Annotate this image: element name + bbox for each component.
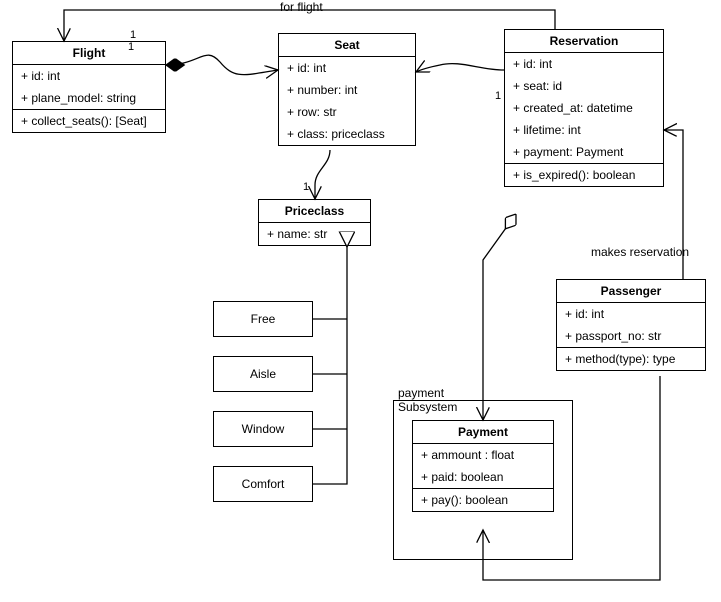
seat-title: Seat [279,34,415,57]
seat-attrs: + id: int + number: int + row: str + cla… [279,57,415,145]
payment-attrs: + ammount : float + paid: boolean [413,444,553,489]
label-for-flight: for flight [280,0,323,14]
attr: + created_at: datetime [505,97,663,119]
priceclass-attrs: + name: str [259,223,370,245]
flight-title: Flight [13,42,165,65]
priceclass-title: Priceclass [259,200,370,223]
flight-attrs: + id: int + plane_model: string [13,65,165,110]
subclass-window: Window [213,411,313,447]
subclass-comfort: Comfort [213,466,313,502]
passenger-attrs: + id: int + passport_no: str [557,303,705,348]
mult-1e: 1 [130,29,136,41]
attr: + id: int [279,57,415,79]
op: + pay(): boolean [413,489,553,511]
class-flight: Flight + id: int + plane_model: string +… [12,41,166,133]
attr: + passport_no: str [557,325,705,347]
op: + collect_seats(): [Seat] [13,110,165,132]
attr: + paid: boolean [413,466,553,488]
payment-ops: + pay(): boolean [413,489,553,511]
class-seat: Seat + id: int + number: int + row: str … [278,33,416,146]
subsystem-label-1: payment [398,386,444,400]
op: + is_expired(): boolean [505,164,663,186]
label-makes-reservation: makes reservation [591,245,689,259]
attr: + name: str [259,223,370,245]
subclass-aisle: Aisle [213,356,313,392]
attr: + id: int [505,53,663,75]
passenger-title: Passenger [557,280,705,303]
attr: + ammount : float [413,444,553,466]
class-passenger: Passenger + id: int + passport_no: str +… [556,279,706,371]
attr: + id: int [13,65,165,87]
attr: + row: str [279,101,415,123]
class-payment: Payment + ammount : float + paid: boolea… [412,420,554,512]
reservation-title: Reservation [505,30,663,53]
mult-1d: 1 [505,215,511,227]
payment-title: Payment [413,421,553,444]
mult-1b: 1 [495,90,501,102]
attr: + seat: id [505,75,663,97]
attr: + id: int [557,303,705,325]
flight-ops: + collect_seats(): [Seat] [13,110,165,132]
class-reservation: Reservation + id: int + seat: id + creat… [504,29,664,187]
op: + method(type): type [557,348,705,370]
mult-1a: 1 [128,41,134,53]
reservation-attrs: + id: int + seat: id + created_at: datet… [505,53,663,164]
attr: + lifetime: int [505,119,663,141]
mult-1c: 1 [303,181,309,193]
attr: + number: int [279,79,415,101]
attr: + plane_model: string [13,87,165,109]
passenger-ops: + method(type): type [557,348,705,370]
subsystem-label-2: Subsystem [398,400,457,414]
class-priceclass: Priceclass + name: str [258,199,371,246]
attr: + class: priceclass [279,123,415,145]
reservation-ops: + is_expired(): boolean [505,164,663,186]
attr: + payment: Payment [505,141,663,163]
subclass-free: Free [213,301,313,337]
